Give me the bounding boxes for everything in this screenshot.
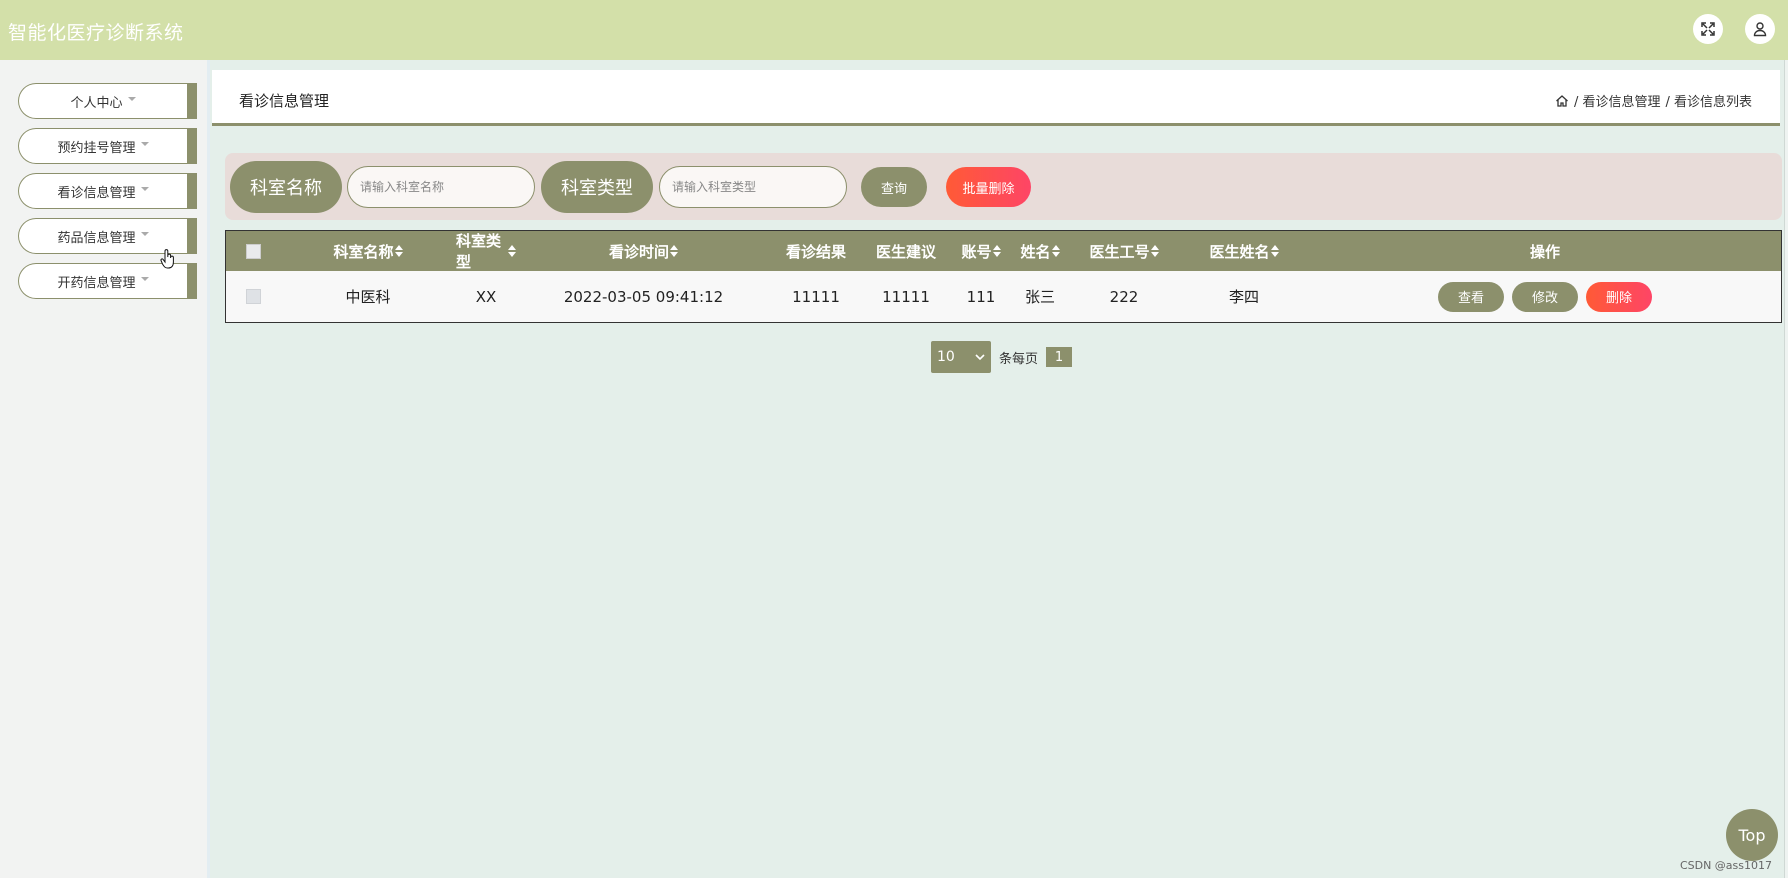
cell-doctor-id: 222 bbox=[1109, 287, 1139, 306]
sidebar-item-label: 预约挂号管理 bbox=[57, 140, 136, 156]
sort-icon[interactable] bbox=[1051, 245, 1060, 257]
column-header-label: 科室类型 bbox=[456, 232, 502, 271]
back-to-top-button[interactable]: Top bbox=[1726, 809, 1778, 861]
page-number-button[interactable]: 1 bbox=[1046, 347, 1073, 367]
chevron-down-icon bbox=[975, 353, 985, 360]
sidebar: 个人中心 预约挂号管理 看诊信息管理 药品信息管理 开药信息管理 bbox=[0, 60, 210, 878]
breadcrumb-item[interactable]: / 看诊信息管理 bbox=[1574, 91, 1661, 110]
hand-cursor-icon bbox=[160, 249, 174, 269]
caret-down-icon bbox=[140, 232, 149, 236]
caret-down-icon bbox=[127, 97, 136, 101]
dept-name-label: 科室名称 bbox=[230, 161, 342, 213]
sidebar-item-label: 药品信息管理 bbox=[57, 230, 136, 246]
sort-icon[interactable] bbox=[992, 245, 1001, 257]
column-header-label: 医生姓名 bbox=[1209, 242, 1270, 261]
column-header-actions: 操作 bbox=[1309, 231, 1781, 271]
column-header-label: 科室名称 bbox=[333, 242, 394, 261]
sort-icon[interactable] bbox=[1270, 245, 1279, 257]
sort-icon[interactable] bbox=[508, 245, 516, 257]
table-header: 科室名称 科室类型 看诊时间 看诊结果 医生建议 账号 姓名 医生工号 医生姓名… bbox=[226, 231, 1781, 271]
column-header-doctor-id[interactable]: 医生工号 bbox=[1069, 231, 1179, 271]
sort-icon[interactable] bbox=[394, 245, 403, 257]
cell-dept-type: XX bbox=[475, 287, 497, 306]
app-title: 智能化医疗诊断系统 bbox=[8, 22, 184, 44]
home-icon[interactable] bbox=[1555, 94, 1569, 108]
column-header-account[interactable]: 账号 bbox=[951, 231, 1011, 271]
column-header-name[interactable]: 姓名 bbox=[1011, 231, 1069, 271]
sidebar-item-appointment[interactable]: 预约挂号管理 bbox=[18, 128, 197, 164]
table-row[interactable]: 中医科 XX 2022-03-05 09:41:12 11111 11111 1… bbox=[226, 271, 1781, 322]
row-checkbox[interactable] bbox=[245, 289, 261, 304]
breadcrumb: / 看诊信息管理 / 看诊信息列表 bbox=[1555, 91, 1752, 110]
delete-button[interactable]: 删除 bbox=[1586, 281, 1652, 312]
query-button[interactable]: 查询 bbox=[861, 167, 927, 207]
sidebar-item-personal-center[interactable]: 个人中心 bbox=[18, 83, 197, 119]
column-header-dept-type[interactable]: 科室类型 bbox=[456, 231, 516, 271]
breadcrumb-item: / 看诊信息列表 bbox=[1665, 95, 1752, 110]
top-header: 智能化医疗诊断系统 bbox=[0, 0, 1788, 60]
sort-icon[interactable] bbox=[1150, 245, 1159, 257]
page-size-value: 10 bbox=[937, 349, 955, 365]
data-table: 科室名称 科室类型 看诊时间 看诊结果 医生建议 账号 姓名 医生工号 医生姓名… bbox=[225, 230, 1782, 323]
pagination: 10 条每页 1 bbox=[931, 341, 1073, 373]
dept-type-label: 科室类型 bbox=[541, 161, 653, 213]
page-size-select[interactable]: 10 bbox=[931, 341, 991, 373]
edit-button[interactable]: 修改 bbox=[1512, 281, 1578, 312]
column-header-label: 医生工号 bbox=[1089, 242, 1150, 261]
per-page-label: 条每页 bbox=[999, 351, 1039, 367]
column-header-label: 医生建议 bbox=[875, 242, 936, 261]
sidebar-item-label: 个人中心 bbox=[70, 95, 123, 111]
column-header-label: 看诊结果 bbox=[785, 242, 846, 261]
select-all-checkbox[interactable] bbox=[245, 243, 261, 259]
column-header-label: 看诊时间 bbox=[608, 242, 669, 261]
sidebar-item-label: 开药信息管理 bbox=[57, 275, 136, 291]
cell-name: 张三 bbox=[1024, 288, 1055, 306]
column-header-dept-name[interactable]: 科室名称 bbox=[280, 231, 456, 271]
caret-down-icon bbox=[140, 187, 149, 191]
row-checkbox-cell bbox=[226, 271, 280, 322]
sidebar-item-label: 看诊信息管理 bbox=[57, 185, 136, 201]
view-button[interactable]: 查看 bbox=[1438, 281, 1504, 312]
dept-type-input[interactable] bbox=[659, 166, 847, 208]
column-header-label: 账号 bbox=[961, 242, 992, 261]
cell-visit-time: 2022-03-05 09:41:12 bbox=[563, 287, 724, 306]
sidebar-item-visit-info[interactable]: 看诊信息管理 bbox=[18, 173, 197, 209]
column-header-doctor-name[interactable]: 医生姓名 bbox=[1179, 231, 1309, 271]
page-title: 看诊信息管理 bbox=[239, 92, 330, 110]
select-all-checkbox-cell bbox=[226, 231, 280, 271]
column-header-advice: 医生建议 bbox=[861, 231, 951, 271]
cell-dept-name: 中医科 bbox=[345, 288, 391, 306]
scrollbar-track[interactable] bbox=[1784, 60, 1788, 878]
cell-actions: 查看 修改 删除 bbox=[1309, 271, 1781, 322]
column-header-label: 姓名 bbox=[1020, 242, 1051, 261]
cell-advice: 11111 bbox=[882, 287, 930, 306]
search-bar: 科室名称 科室类型 查询 批量删除 bbox=[225, 153, 1782, 220]
sort-icon[interactable] bbox=[670, 245, 678, 257]
dept-name-input[interactable] bbox=[347, 166, 535, 208]
page-header: 看诊信息管理 / 看诊信息管理 / 看诊信息列表 bbox=[212, 70, 1780, 126]
cell-doctor-name: 李四 bbox=[1228, 288, 1259, 306]
column-header-result: 看诊结果 bbox=[771, 231, 861, 271]
batch-delete-button[interactable]: 批量删除 bbox=[946, 167, 1031, 207]
cell-account: 111 bbox=[966, 287, 996, 306]
caret-down-icon bbox=[140, 142, 149, 146]
caret-down-icon bbox=[140, 277, 149, 281]
column-header-label: 操作 bbox=[1529, 242, 1560, 261]
fullscreen-icon[interactable] bbox=[1693, 14, 1723, 44]
user-icon[interactable] bbox=[1745, 14, 1775, 44]
cell-result: 11111 bbox=[792, 287, 840, 306]
column-header-visit-time[interactable]: 看诊时间 bbox=[516, 231, 771, 271]
watermark: CSDN @ass1017 bbox=[1679, 859, 1772, 872]
